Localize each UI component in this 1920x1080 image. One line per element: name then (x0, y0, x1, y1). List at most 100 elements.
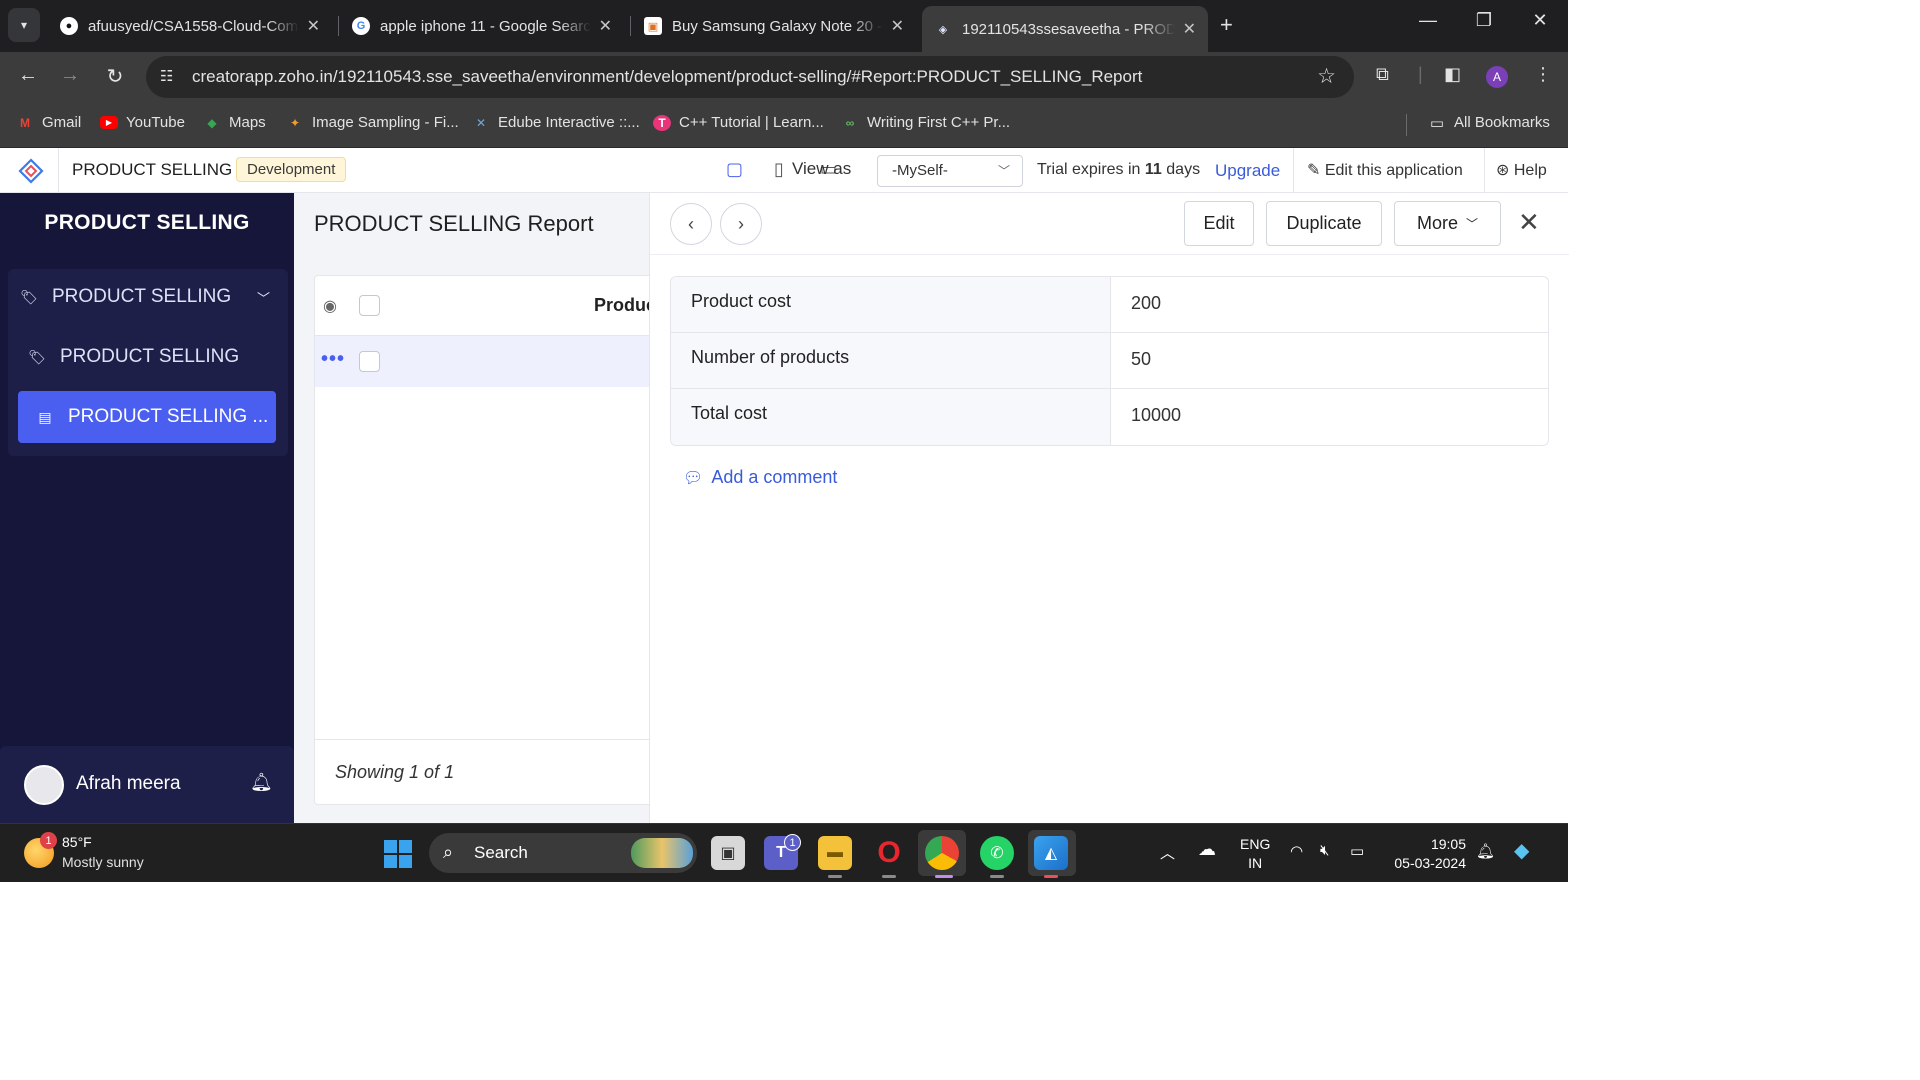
bookmark-writing-cpp[interactable]: ∞ Writing First C++ Pr... (841, 114, 1010, 131)
windows-start-icon[interactable] (384, 840, 412, 868)
sidebar-item-form[interactable]: 🏷 PRODUCT SELLING (26, 331, 284, 383)
edit-application-button[interactable]: ✎ Edit this application (1307, 160, 1463, 180)
tab-title: apple iphone 11 - Google Searc (380, 17, 591, 35)
minimize-icon[interactable]: — (1408, 10, 1448, 31)
chrome-icon[interactable] (925, 836, 959, 870)
copilot-icon[interactable]: ◆ (1514, 838, 1529, 863)
bookmark-cpp-tutorial[interactable]: T C++ Tutorial | Learn... (653, 114, 824, 131)
search-label: Search (474, 843, 528, 862)
upgrade-link[interactable]: Upgrade (1215, 161, 1280, 181)
bell-icon[interactable]: 🔔︎ (250, 772, 273, 793)
bookmark-label: Maps (229, 114, 266, 131)
close-window-icon[interactable]: ✕ (1520, 10, 1560, 31)
close-tab-icon[interactable]: ✕ (1183, 19, 1196, 39)
clock-time: 19:05 (1430, 836, 1466, 852)
system-clock[interactable]: 19:05 05-03-2024 (1386, 835, 1466, 873)
select-all-checkbox[interactable] (359, 295, 380, 316)
bookmark-edube[interactable]: ✕ Edube Interactive ::... (472, 114, 640, 131)
cpp-tutorial-icon: T (653, 114, 671, 131)
show-hidden-icons[interactable]: ︿ (1160, 842, 1175, 863)
grid-footer: Showing 1 of 1 (315, 739, 653, 804)
next-record-button[interactable]: › (720, 203, 762, 245)
close-icon[interactable]: ✕ (1518, 207, 1540, 238)
tab-search-button[interactable]: ▾ (8, 8, 40, 42)
user-name[interactable]: Afrah meera (76, 773, 181, 795)
tab-samsung[interactable]: ▣ Buy Samsung Galaxy Note 20 - ✕ (632, 6, 916, 46)
eye-icon[interactable]: ◉ (323, 296, 337, 316)
tab-zoho-creator[interactable]: ◈ 192110543ssesaveetha - PRODU ✕ (922, 6, 1208, 52)
browser-menu-icon[interactable]: ⋮ (1534, 64, 1552, 85)
view-as-select[interactable]: -MySelf- ﹀ (877, 155, 1023, 187)
profile-avatar[interactable]: A (1486, 66, 1508, 88)
close-tab-icon[interactable]: ✕ (891, 16, 904, 36)
weather-badge: 1 (40, 832, 57, 849)
sidebar-section-header[interactable]: 🏷 PRODUCT SELLING ﹀ (18, 271, 276, 323)
sidebar-item-report[interactable]: ▤ PRODUCT SELLING ... (18, 391, 276, 443)
gmail-icon: M (20, 115, 30, 130)
view-as-value: -MySelf- (892, 162, 948, 179)
volume-muted-icon[interactable]: 🔇︎ (1320, 842, 1329, 859)
task-view-icon[interactable]: ▣ (711, 836, 745, 870)
taskbar-running-indicator (882, 875, 896, 878)
avatar[interactable] (24, 765, 64, 805)
desktop-view-icon[interactable]: ▢ (726, 159, 743, 180)
chevron-down-icon[interactable]: ﹀ (257, 288, 270, 307)
field-row: Number of products 50 (671, 333, 1548, 389)
sidebar: PRODUCT SELLING 🏷 PRODUCT SELLING ﹀ 🏷 PR… (0, 193, 294, 823)
photos-icon[interactable]: ◭ (1034, 836, 1068, 870)
duplicate-button[interactable]: Duplicate (1266, 201, 1382, 246)
taskbar-search[interactable]: ⌕ Search (429, 833, 697, 873)
help-label: Help (1513, 162, 1547, 179)
zoho-creator-logo-icon[interactable] (18, 158, 44, 184)
whatsapp-icon[interactable]: ✆ (980, 836, 1014, 870)
tab-google-search[interactable]: G apple iphone 11 - Google Searc ✕ (340, 6, 624, 46)
reload-icon[interactable]: ↻ (101, 64, 129, 89)
file-explorer-icon[interactable]: ▬ (818, 836, 852, 870)
weather-desc[interactable]: Mostly sunny (62, 854, 144, 870)
extensions-icon[interactable]: ⧉ (1376, 64, 1389, 85)
taskbar-running-indicator (935, 875, 953, 878)
edit-button[interactable]: Edit (1184, 201, 1254, 246)
tab-github[interactable]: ● afuusyed/CSA1558-Cloud-Com ✕ (48, 6, 332, 46)
view-as-label: View as (792, 159, 852, 178)
edube-icon: ✕ (475, 115, 487, 130)
bookmark-image-sampling[interactable]: ✦ Image Sampling - Fi... (286, 114, 459, 131)
bookmark-gmail[interactable]: M Gmail (16, 114, 81, 131)
battery-icon[interactable]: ▭ (1350, 842, 1364, 860)
notification-bell-icon[interactable]: 🔔︎ (1476, 842, 1495, 860)
opera-icon[interactable]: O (872, 836, 906, 870)
search-icon: ⌕ (443, 842, 454, 862)
close-tab-icon[interactable]: ✕ (599, 16, 612, 36)
more-button[interactable]: More ﹀ (1394, 201, 1501, 246)
url-text[interactable]: creatorapp.zoho.in/192110543.sse_saveeth… (192, 67, 1142, 87)
column-header[interactable]: Produc (594, 295, 653, 316)
more-options-icon[interactable]: ••• (321, 348, 345, 371)
bookmark-maps[interactable]: ◆ Maps (203, 114, 266, 131)
onedrive-icon[interactable]: ☁ (1198, 839, 1216, 860)
weather-temp[interactable]: 85°F (62, 834, 92, 850)
all-bookmarks[interactable]: ▭ All Bookmarks (1428, 114, 1550, 132)
field-value: 200 (1131, 293, 1162, 313)
environment-badge[interactable]: Development (236, 157, 347, 182)
youtube-icon: ▶ (100, 116, 118, 129)
language-indicator[interactable]: ENG IN (1240, 835, 1270, 873)
add-comment-link[interactable]: 💬︎ Add a comment (683, 467, 837, 488)
address-bar[interactable]: ☷ creatorapp.zoho.in/192110543.sse_savee… (146, 56, 1354, 98)
table-row[interactable]: ••• (315, 336, 653, 387)
bookmark-star-icon[interactable]: ☆ (1317, 64, 1336, 89)
restore-icon[interactable]: ❐ (1464, 10, 1504, 31)
site-info-icon[interactable]: ☷ (160, 67, 173, 85)
back-icon[interactable]: ← (14, 64, 42, 87)
help-button[interactable]: ⊛ Help (1496, 160, 1547, 180)
field-label: Total cost (671, 389, 1111, 445)
row-checkbox[interactable] (359, 351, 380, 372)
new-tab-button[interactable]: + (1220, 12, 1233, 38)
previous-record-button[interactable]: ‹ (670, 203, 712, 245)
bookmark-youtube[interactable]: ▶ YouTube (100, 114, 185, 131)
close-tab-icon[interactable]: ✕ (307, 16, 320, 36)
tablet-view-icon[interactable]: ▯ (774, 159, 784, 180)
forward-icon[interactable]: → (56, 64, 84, 87)
side-panel-icon[interactable]: ◧ (1444, 64, 1461, 85)
wifi-icon[interactable]: ◠ (1290, 842, 1303, 860)
google-icon: G (352, 17, 370, 35)
